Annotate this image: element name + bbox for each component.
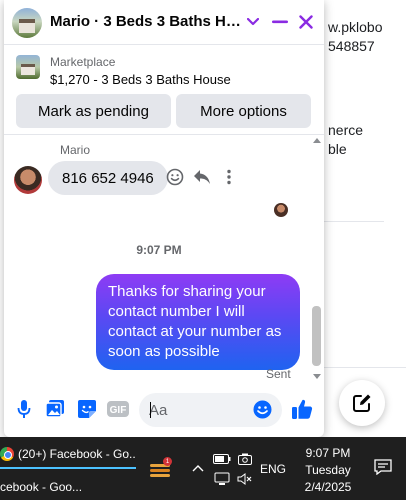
notification-app-icon[interactable] (146, 437, 174, 500)
notification-badge: 1 (163, 457, 172, 466)
mark-pending-button[interactable]: Mark as pending (16, 94, 171, 128)
marketplace-banner: Marketplace $1,270 - 3 Beds 3 Baths Hous… (4, 45, 324, 135)
seen-avatar (274, 203, 288, 217)
composer: GIF (4, 382, 324, 437)
emoji-icon[interactable] (251, 398, 273, 420)
incoming-message[interactable]: 816 652 4946 (48, 161, 168, 195)
sender-avatar[interactable] (14, 166, 42, 194)
active-window-indicator (0, 467, 136, 469)
microphone-icon[interactable] (13, 398, 35, 420)
clock-time: 9:07 PM (305, 446, 351, 460)
background-text-2: 548857 (328, 38, 375, 54)
more-actions-icon[interactable] (218, 166, 240, 188)
message-status: Sent (266, 367, 291, 381)
message-list[interactable]: Mario 816 652 4946 9:07 PM Thanks for sh… (4, 136, 324, 382)
sender-name: Mario (60, 143, 91, 157)
volume-muted-icon[interactable] (236, 447, 254, 500)
listing-title[interactable]: $1,270 - 3 Beds 3 Baths House (50, 72, 231, 87)
new-message-button[interactable] (339, 380, 385, 426)
taskbar-window-facebook[interactable]: (20+) Facebook - Go... (0, 441, 136, 467)
chat-header[interactable]: Mario · 3 Beds 3 Baths Hou… (4, 0, 324, 45)
taskbar-window-facebook-2[interactable]: cebook - Goo... (0, 475, 136, 499)
outgoing-message[interactable]: Thanks for sharing your contact number I… (96, 274, 300, 370)
listing-thumbnail[interactable] (16, 55, 40, 79)
chat-title[interactable]: Mario · 3 Beds 3 Baths Hou… (50, 13, 248, 30)
clock-date: 2/4/2025 (304, 480, 352, 494)
language-indicator[interactable]: ENG (258, 437, 288, 500)
compose-icon (353, 394, 371, 412)
network-icon[interactable] (212, 447, 232, 500)
close-icon[interactable] (294, 10, 318, 34)
taskbar: (20+) Facebook - Go... cebook - Goo... 1… (0, 437, 406, 500)
sticker-icon[interactable] (76, 398, 98, 420)
scroll-down-arrow-icon[interactable] (313, 374, 321, 379)
contact-avatar[interactable] (12, 8, 42, 38)
chrome-icon (0, 447, 14, 461)
scrollbar-thumb[interactable] (312, 306, 321, 366)
scroll-up-arrow-icon[interactable] (313, 138, 321, 143)
reply-icon[interactable] (191, 166, 213, 188)
more-options-button[interactable]: More options (176, 94, 311, 128)
taskbar-clock[interactable]: 9:07 PM Tuesday 2/4/2025 (290, 445, 366, 496)
clock-day: Tuesday (305, 463, 351, 477)
thumbs-up-icon[interactable] (289, 398, 315, 420)
text-caret (150, 402, 151, 418)
chevron-down-icon[interactable] (241, 10, 265, 34)
background-divider-2 (324, 367, 406, 368)
taskbar-window-title: (20+) Facebook - Go... (18, 447, 136, 461)
chat-window: Mario · 3 Beds 3 Baths Hou… Marketplace … (4, 0, 324, 437)
message-input[interactable] (149, 399, 249, 421)
react-icon[interactable] (164, 166, 186, 188)
gif-icon[interactable]: GIF (106, 398, 130, 420)
background-divider (324, 221, 384, 222)
scrollbar[interactable] (310, 138, 322, 382)
notification-center-icon[interactable] (370, 435, 396, 498)
chevron-up-icon[interactable] (188, 437, 208, 500)
taskbar-window-title-2: cebook - Goo... (0, 480, 83, 494)
background-text-1: w.pklobo (328, 19, 383, 35)
message-timestamp: 9:07 PM (136, 243, 182, 257)
background-text-3: nerce (328, 122, 364, 138)
marketplace-label: Marketplace (50, 55, 116, 69)
photo-icon[interactable] (44, 398, 66, 420)
background-text-4: ble (328, 141, 347, 157)
minimize-icon[interactable] (268, 10, 292, 34)
gif-label: GIF (110, 405, 127, 416)
